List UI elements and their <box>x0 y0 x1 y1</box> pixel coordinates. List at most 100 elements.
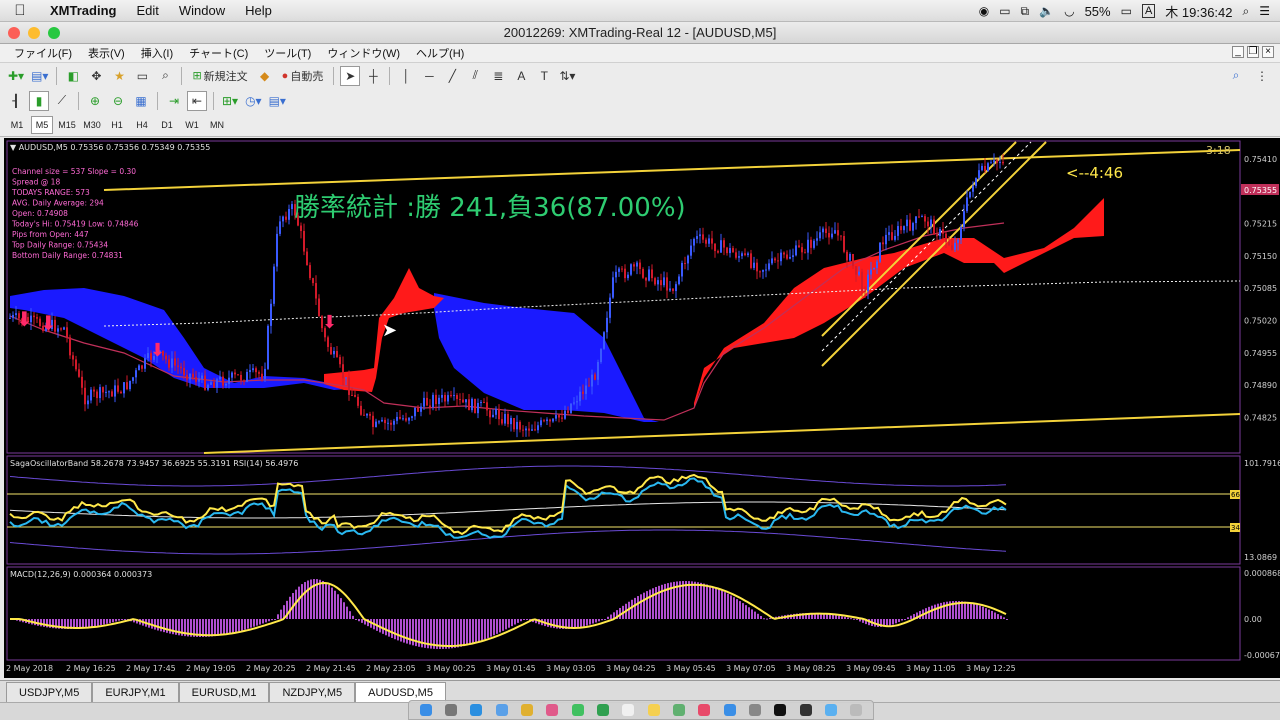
messages-icon[interactable] <box>571 704 584 716</box>
menu-tools[interactable]: ツール(T) <box>256 45 319 61</box>
tester-icon[interactable]: ⌕ <box>155 66 175 86</box>
menu-insert[interactable]: 挿入(I) <box>133 45 181 61</box>
timeframe-m5[interactable]: M5 <box>31 115 53 134</box>
folder-icon[interactable] <box>824 704 837 716</box>
input-source-indicator[interactable]: A <box>1141 4 1156 18</box>
indicators-icon[interactable]: ⊞▾ <box>220 91 240 111</box>
candle-body <box>567 410 569 413</box>
text-label-icon[interactable]: T <box>534 66 554 86</box>
candle-body <box>465 399 467 403</box>
window-menu[interactable]: Window <box>169 3 235 18</box>
zoom-in-icon[interactable]: ⊕ <box>85 91 105 111</box>
market-watch-icon[interactable]: ◧ <box>63 66 83 86</box>
menu-clock[interactable]: 木 19:36:42 <box>1165 2 1232 21</box>
candle-body <box>918 216 920 218</box>
data-window-icon[interactable]: ✥ <box>86 66 106 86</box>
safari-icon[interactable] <box>470 704 483 716</box>
timeframe-mn[interactable]: MN <box>206 116 228 134</box>
app-name-menu[interactable]: XMTrading <box>40 3 126 18</box>
tile-windows-icon[interactable]: ▦ <box>131 91 151 111</box>
notification-center-icon[interactable]: ☰ <box>1259 4 1270 18</box>
cursor-icon[interactable]: ➤ <box>340 65 361 86</box>
spotlight-icon[interactable]: ⌕ <box>1243 4 1250 19</box>
volume-icon[interactable]: 🔈 <box>1039 4 1054 18</box>
tab-eurusd-m1[interactable]: EURUSD,M1 <box>178 682 270 702</box>
battery-icon[interactable]: ▭ <box>1121 4 1132 18</box>
chart-canvas[interactable]: ⬇ ⬇ ⬇ ⬇ ➤ ▼ AUDUSD,M5 0.75356 0.75356 0.… <box>4 138 1280 678</box>
edit-menu[interactable]: Edit <box>126 3 168 18</box>
menu-file[interactable]: ファイル(F) <box>6 45 80 61</box>
timeframe-m1[interactable]: M1 <box>6 116 28 134</box>
candlestick-icon[interactable]: ▮ <box>29 90 49 111</box>
menu-help[interactable]: ヘルプ(H) <box>408 45 472 61</box>
screen-share-icon[interactable]: ⧉ <box>1021 4 1030 19</box>
chart-shift-icon[interactable]: ⇤ <box>187 90 207 111</box>
menu-window[interactable]: ウィンドウ(W) <box>319 45 408 61</box>
search-icon[interactable]: ⌕ <box>1226 66 1246 86</box>
tab-usdjpy-m5[interactable]: USDJPY,M5 <box>6 682 93 702</box>
candle-body <box>831 233 833 238</box>
help-menu[interactable]: Help <box>235 3 282 18</box>
arrows-tool-icon[interactable]: ⇅▾ <box>557 66 577 86</box>
text-tool-icon[interactable]: A <box>511 66 531 86</box>
battery-percent[interactable]: 55% <box>1085 4 1111 19</box>
trendline-icon[interactable]: ╱ <box>442 66 462 86</box>
menu-chart[interactable]: チャート(C) <box>181 45 256 61</box>
info-line: Bottom Daily Range: 0.74831 <box>12 251 123 260</box>
trash-icon[interactable] <box>850 704 863 716</box>
preferences-icon[interactable] <box>748 704 761 716</box>
profiles-icon[interactable]: ▤▾ <box>29 66 50 86</box>
facetime-icon[interactable] <box>596 704 609 716</box>
price-chart-window[interactable]: ⬇ ⬇ ⬇ ⬇ ➤ ▼ AUDUSD,M5 0.75356 0.75356 0.… <box>4 138 1280 678</box>
timeframe-m15[interactable]: M15 <box>56 116 78 134</box>
mdi-close-button[interactable]: × <box>1262 46 1274 58</box>
appstore-icon[interactable] <box>723 704 736 716</box>
timeframe-h1[interactable]: H1 <box>106 116 128 134</box>
toolbar-overflow-icon[interactable]: ⋮ <box>1252 66 1272 86</box>
vertical-line-icon[interactable]: │ <box>396 66 416 86</box>
music-icon[interactable] <box>698 704 711 716</box>
equidistant-channel-icon[interactable]: ⫽ <box>465 66 485 86</box>
calendar-icon[interactable] <box>622 704 635 716</box>
tab-eurjpy-m1[interactable]: EURJPY,M1 <box>92 682 179 702</box>
line-chart-icon[interactable]: ⟋ <box>52 91 72 111</box>
timeframe-m30[interactable]: M30 <box>81 116 103 134</box>
timeframe-w1[interactable]: W1 <box>181 116 203 134</box>
tab-audusd-m5[interactable]: AUDUSD,M5 <box>355 682 446 702</box>
crosshair-icon[interactable]: ┼ <box>363 66 383 86</box>
autoscroll-icon[interactable]: ⇥ <box>164 91 184 111</box>
notes-icon[interactable] <box>647 704 660 716</box>
chrome-icon[interactable] <box>520 704 533 716</box>
auto-trading-button[interactable]: ● 自動売 <box>278 66 328 86</box>
mdi-restore-button[interactable]: ❐ <box>1247 46 1259 58</box>
tab-nzdjpy-m5[interactable]: NZDJPY,M5 <box>269 682 356 702</box>
menu-view[interactable]: 表示(V) <box>80 45 133 61</box>
new-order-button[interactable]: ⊞ 新規注文 <box>188 66 251 86</box>
horizontal-line-icon[interactable]: ─ <box>419 66 439 86</box>
timeframe-d1[interactable]: D1 <box>156 116 178 134</box>
finder-icon[interactable] <box>419 704 432 716</box>
maps-icon[interactable] <box>672 704 685 716</box>
photos-icon[interactable] <box>546 704 559 716</box>
candle-body <box>471 398 473 411</box>
templates-icon[interactable]: ▤▾ <box>267 91 288 111</box>
terminal-app-icon[interactable] <box>799 704 812 716</box>
xm-app-icon[interactable] <box>774 704 787 716</box>
mdi-minimize-button[interactable]: _ <box>1232 46 1244 58</box>
record-icon[interactable]: ◉ <box>979 4 989 18</box>
apple-icon[interactable]:  <box>0 2 40 19</box>
bar-chart-icon[interactable]: ┨ <box>6 91 26 111</box>
candle-body <box>663 277 665 286</box>
new-chart-icon[interactable]: ✚▾ <box>6 66 26 86</box>
metaeditor-icon[interactable]: ◆ <box>255 66 275 86</box>
mail-icon[interactable] <box>495 704 508 716</box>
display-icon[interactable]: ▭ <box>999 4 1010 18</box>
periods-icon[interactable]: ◷▾ <box>243 91 264 111</box>
navigator-icon[interactable]: ★ <box>109 66 129 86</box>
fibonacci-icon[interactable]: ≣ <box>488 66 508 86</box>
zoom-out-icon[interactable]: ⊖ <box>108 91 128 111</box>
launchpad-icon[interactable] <box>444 704 457 716</box>
timeframe-h4[interactable]: H4 <box>131 116 153 134</box>
terminal-icon[interactable]: ▭ <box>132 66 152 86</box>
wifi-icon[interactable]: ◡ <box>1064 4 1074 18</box>
